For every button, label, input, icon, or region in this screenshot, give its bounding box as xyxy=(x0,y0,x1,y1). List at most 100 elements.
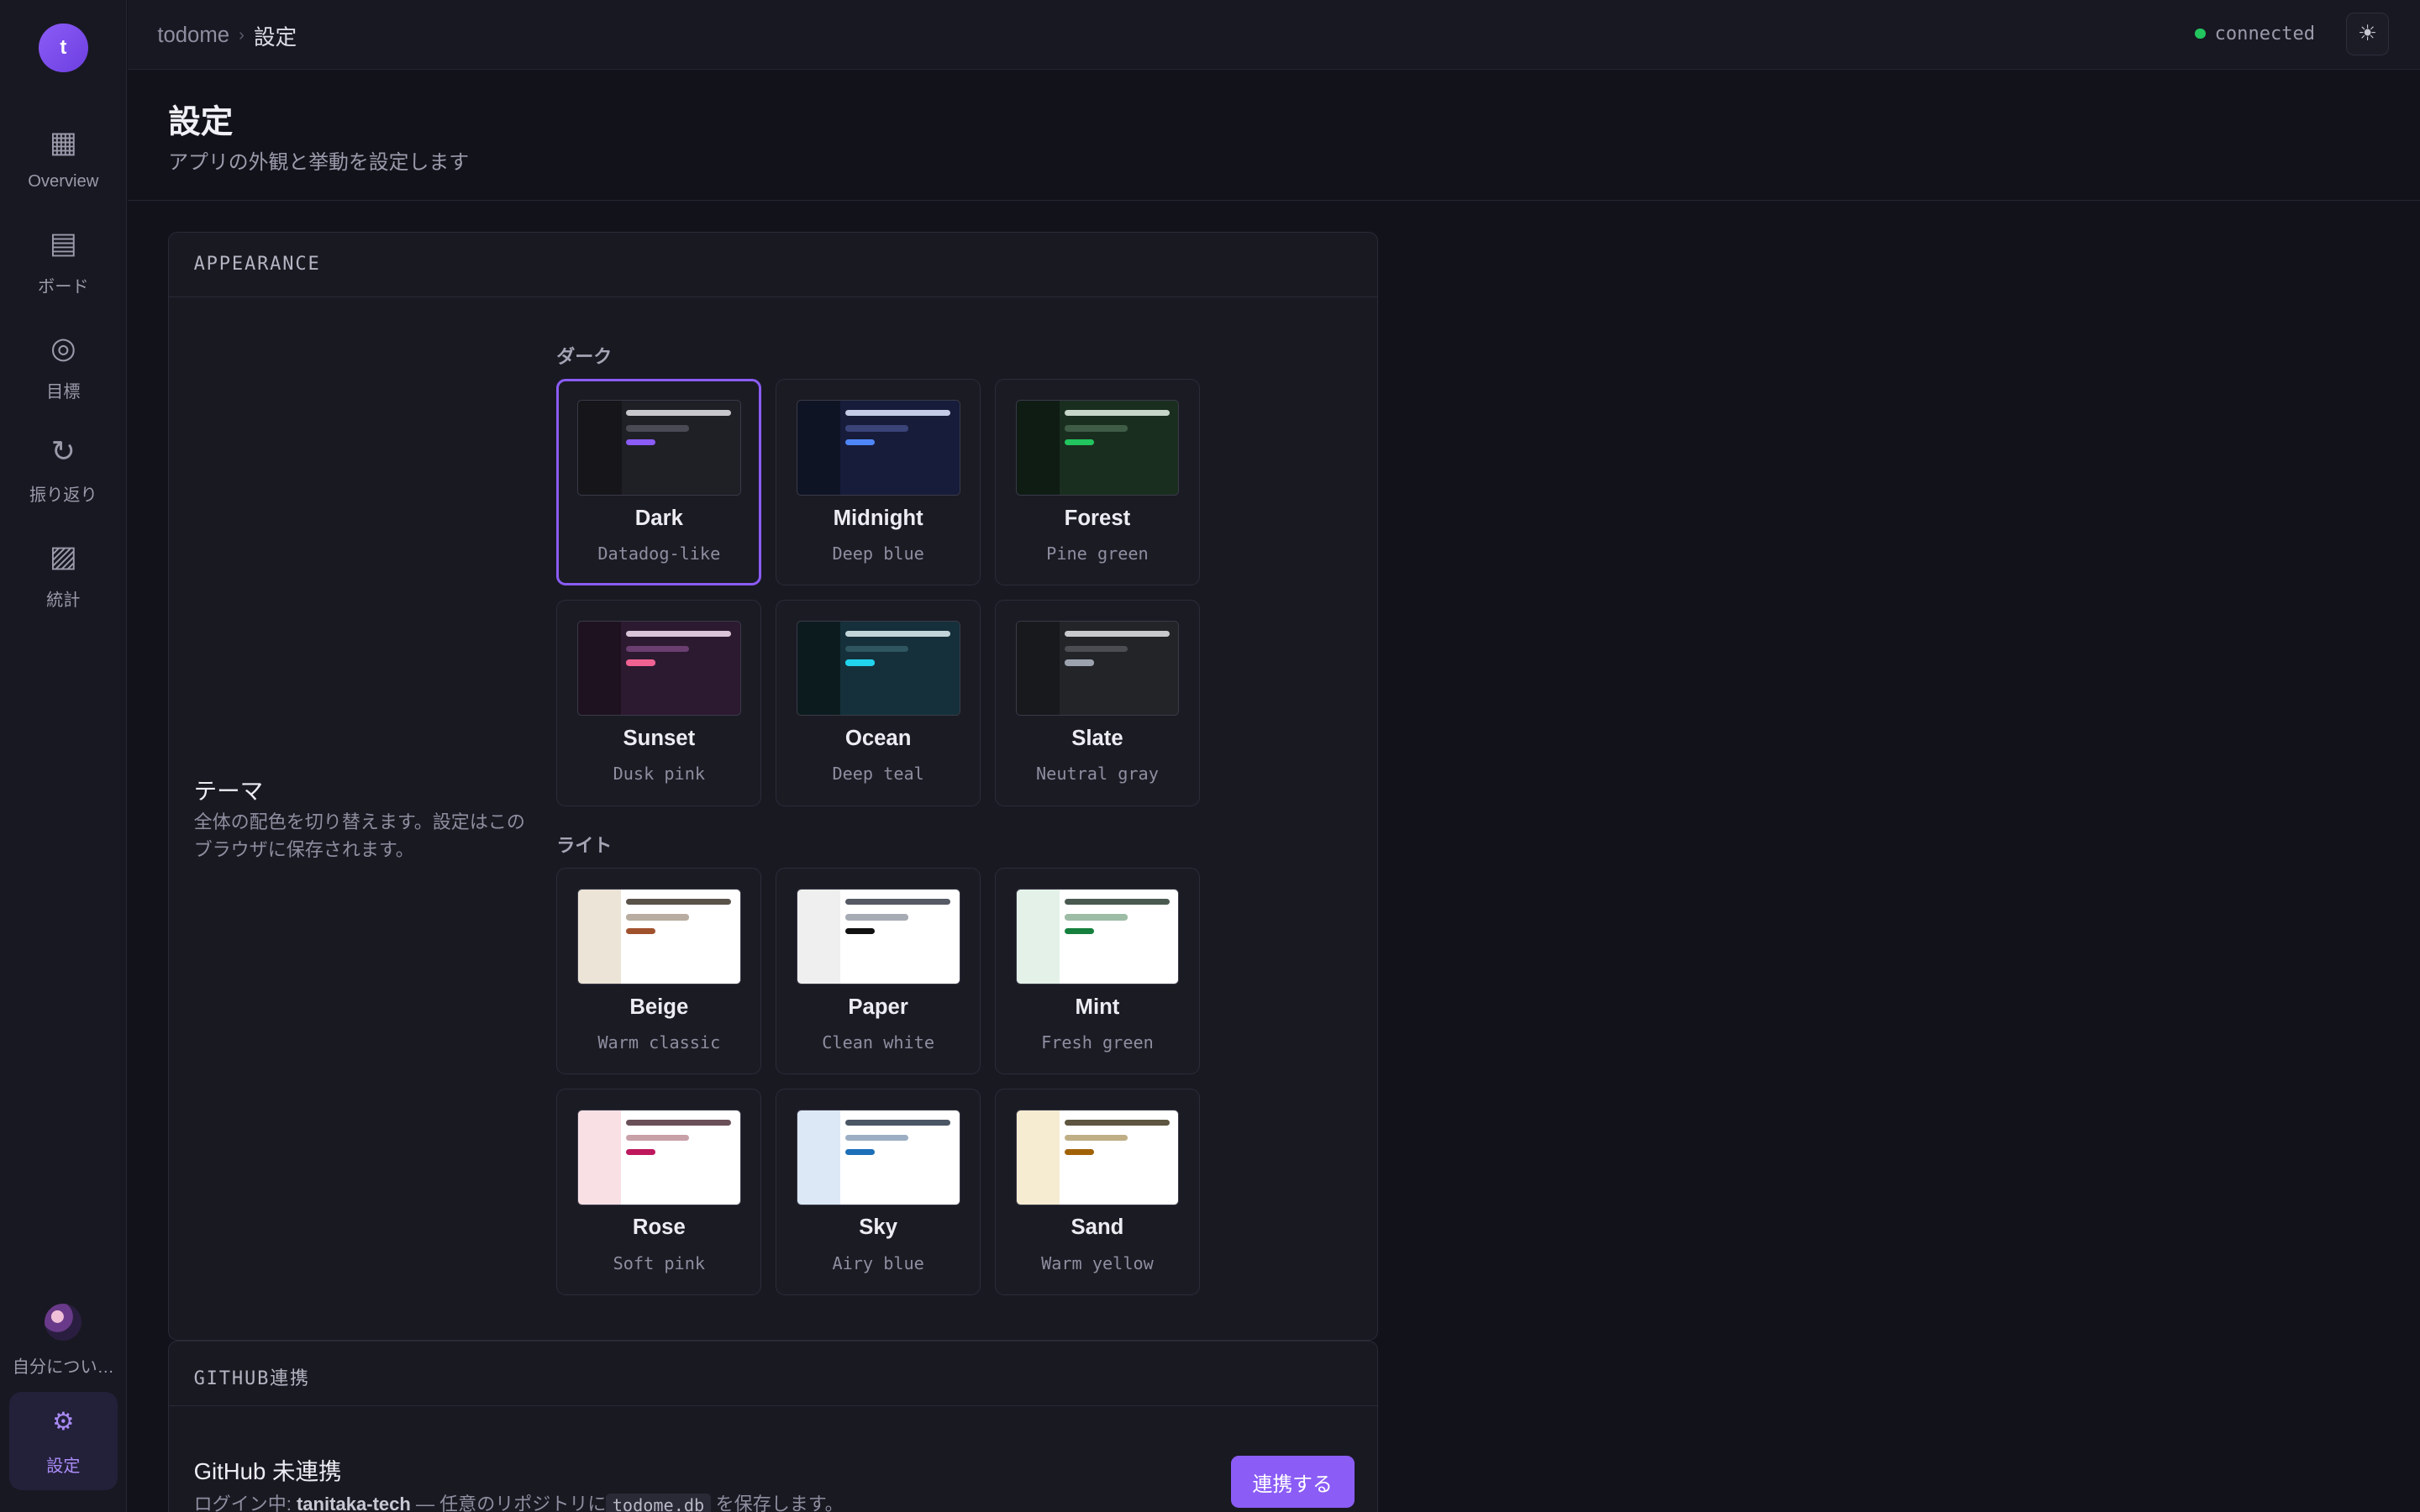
theme-preview xyxy=(796,889,960,984)
theme-preview xyxy=(577,1109,741,1205)
theme-preview xyxy=(1015,1109,1180,1205)
theme-name: Forest xyxy=(1064,506,1131,530)
gear-icon: ⚙ xyxy=(52,1408,75,1436)
stats-icon: ▨ xyxy=(49,540,77,574)
sidebar-item-settings[interactable]: ⚙ 設定 xyxy=(9,1391,118,1491)
theme-description: Airy blue xyxy=(832,1252,924,1273)
theme-description: Datadog-like xyxy=(597,543,721,564)
status-dot-icon xyxy=(2194,28,2206,39)
theme-description: Deep teal xyxy=(832,764,924,785)
theme-option-sunset[interactable]: Sunset Dusk pink xyxy=(556,599,762,806)
theme-description: Soft pink xyxy=(613,1252,706,1273)
sidebar-item-profile[interactable]: 自分につい… xyxy=(9,1293,118,1389)
theme-preview xyxy=(577,620,741,717)
page-subtitle: アプリの外観と挙動を設定します xyxy=(168,150,470,174)
theme-name: Paper xyxy=(848,995,908,1019)
light-group-title: ライト xyxy=(556,835,613,857)
sidebar-item-label: 振り返り xyxy=(29,486,97,506)
theme-preview xyxy=(1015,399,1180,496)
theme-preview xyxy=(796,1109,960,1205)
theme-description: Deep blue xyxy=(832,543,924,564)
sidebar-item-label: 目標 xyxy=(46,383,81,402)
theme-name: Dark xyxy=(634,506,683,530)
theme-name: Mint xyxy=(1075,995,1120,1019)
breadcrumb-home[interactable]: todome xyxy=(157,24,229,48)
desc-prefix: ログイン中: xyxy=(193,1494,297,1512)
theme-description: Warm classic xyxy=(597,1032,721,1053)
status-text: connected xyxy=(2214,23,2316,45)
theme-description: Warm yellow xyxy=(1041,1252,1154,1273)
theme-name: Sunset xyxy=(623,727,696,751)
theme-description: 全体の配色を切り替えます。設定はこのブラウザに保存されます。 xyxy=(193,811,525,860)
board-icon: ▤ xyxy=(49,227,77,260)
target-icon: ◎ xyxy=(50,332,76,365)
app-logo[interactable]: t xyxy=(38,23,88,73)
theme-description: Fresh green xyxy=(1041,1032,1154,1053)
topbar: todome › 設定 connected ☀ xyxy=(128,0,2420,70)
theme-name: Ocean xyxy=(844,727,912,751)
theme-option-midnight[interactable]: Midnight Deep blue xyxy=(776,378,981,586)
theme-label: テーマ xyxy=(193,778,264,805)
theme-name: Sand xyxy=(1071,1215,1124,1240)
sidebar-item-stats[interactable]: ▨ 統計 xyxy=(9,529,118,622)
theme-option-forest[interactable]: Forest Pine green xyxy=(994,378,1201,586)
sidebar-item-label: 設定 xyxy=(46,1457,81,1476)
theme-preview xyxy=(577,889,741,984)
section-title: GITHUB連携 xyxy=(169,1341,1378,1407)
sidebar-item-label: 統計 xyxy=(46,591,81,611)
db-filename: todome.db xyxy=(606,1493,711,1512)
theme-description: Clean white xyxy=(822,1032,934,1053)
sidebar-item-goals[interactable]: ◎ 目標 xyxy=(9,321,118,413)
theme-toggle-button[interactable]: ☀ xyxy=(2345,12,2390,56)
theme-option-sand[interactable]: Sand Warm yellow xyxy=(994,1088,1201,1295)
theme-preview xyxy=(577,400,741,496)
theme-option-slate[interactable]: Slate Neutral gray xyxy=(994,599,1201,806)
theme-name: Slate xyxy=(1071,727,1123,751)
sidebar-item-label: Overview xyxy=(28,172,99,192)
theme-description: Dusk pink xyxy=(613,764,706,785)
theme-name: Sky xyxy=(859,1215,897,1240)
theme-preview xyxy=(796,620,960,717)
theme-option-rose[interactable]: Rose Soft pink xyxy=(556,1088,762,1295)
github-card: GITHUB連携 GitHub 未連携 ログイン中: tanitaka-tech… xyxy=(168,1341,1379,1512)
theme-option-beige[interactable]: Beige Warm classic xyxy=(556,868,762,1075)
theme-name: Beige xyxy=(629,995,689,1019)
appearance-card: APPEARANCE テーマ 全体の配色を切り替えます。設定はこのブラウザに保存… xyxy=(168,231,1379,1341)
theme-name: Midnight xyxy=(833,506,923,530)
github-status-title: GitHub 未連携 xyxy=(193,1458,342,1485)
theme-preview xyxy=(1015,889,1180,984)
theme-preview xyxy=(796,399,960,496)
connection-status: connected xyxy=(2194,23,2316,45)
desc-suffix: を保存します。 xyxy=(710,1494,844,1512)
grid-icon: ▦ xyxy=(49,126,77,160)
breadcrumb-current: 設定 xyxy=(253,25,297,50)
connect-github-button[interactable]: 連携する xyxy=(1230,1455,1355,1509)
avatar xyxy=(45,1304,82,1341)
github-description: ログイン中: tanitaka-tech — 任意のリポジトリに todome.d… xyxy=(194,1489,844,1512)
theme-option-mint[interactable]: Mint Fresh green xyxy=(994,868,1201,1075)
theme-option-sky[interactable]: Sky Airy blue xyxy=(776,1088,981,1295)
sidebar-item-label: 自分につい… xyxy=(12,1357,114,1377)
theme-description: Pine green xyxy=(1046,543,1149,564)
page-header: 設定 アプリの外観と挙動を設定します xyxy=(128,71,2420,201)
section-title: APPEARANCE xyxy=(169,233,1378,297)
breadcrumb: todome › 設定 xyxy=(157,20,297,51)
dark-group-title: ダーク xyxy=(556,345,613,367)
theme-option-dark[interactable]: Dark Datadog-like xyxy=(556,378,762,586)
page-title: 設定 xyxy=(168,102,234,141)
theme-option-paper[interactable]: Paper Clean white xyxy=(776,868,981,1075)
theme-description: Neutral gray xyxy=(1036,764,1159,785)
sidebar: t ▦ Overview ▤ ボード ◎ 目標 ↻ 振り返り ▨ 統計 自分につ… xyxy=(0,0,127,1512)
breadcrumb-separator: › xyxy=(239,25,245,45)
sidebar-item-overview[interactable]: ▦ Overview xyxy=(9,113,118,205)
sidebar-item-label: ボード xyxy=(38,278,89,297)
theme-option-ocean[interactable]: Ocean Deep teal xyxy=(776,599,981,806)
theme-preview xyxy=(1015,620,1180,717)
github-user: tanitaka-tech xyxy=(296,1494,411,1512)
sidebar-item-board[interactable]: ▤ ボード xyxy=(9,216,118,308)
sidebar-item-retrospective[interactable]: ↻ 振り返り xyxy=(9,424,118,517)
refresh-icon: ↻ xyxy=(50,435,76,469)
desc-mid: — 任意のリポジトリに xyxy=(410,1494,607,1512)
sun-icon: ☀ xyxy=(2357,22,2378,46)
theme-name: Rose xyxy=(632,1215,686,1240)
